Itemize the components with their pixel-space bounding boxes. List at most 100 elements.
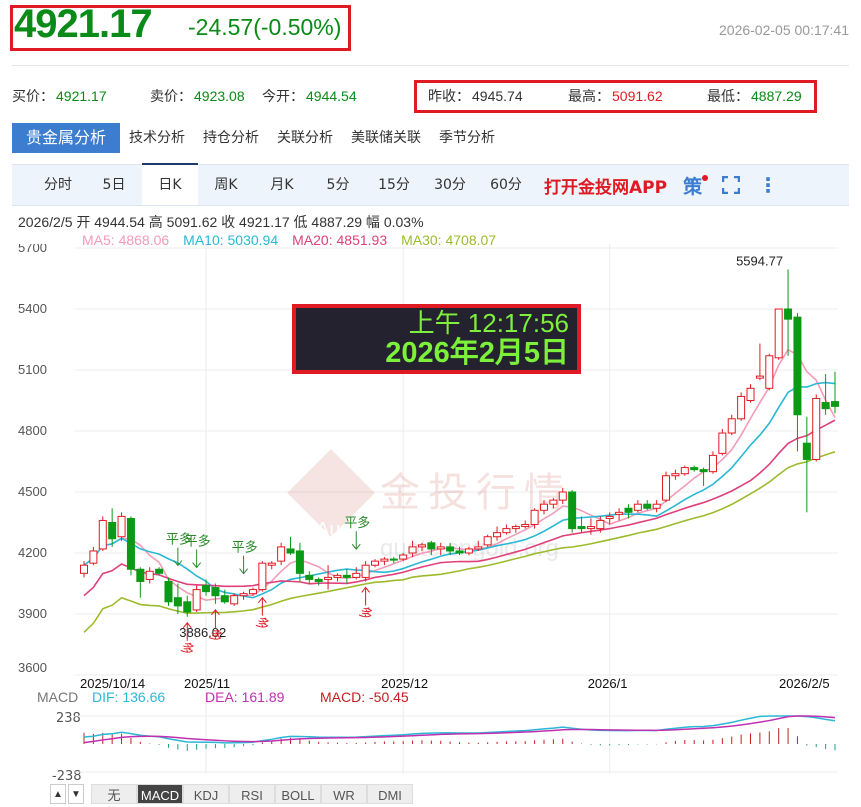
y-tick-label: 4800 (18, 423, 47, 438)
quote-value: 4921.17 (56, 88, 107, 104)
candle (371, 559, 380, 568)
max-price-label: 5594.77 (736, 253, 783, 268)
candle (633, 500, 642, 513)
candle (117, 512, 126, 541)
candle (746, 384, 755, 403)
signal-close-long: 平多 (344, 515, 370, 531)
candle (324, 565, 333, 590)
fullscreen-icon[interactable] (721, 175, 741, 195)
candle (577, 516, 586, 533)
overlay-time: 上午 12:17:56 (408, 308, 569, 338)
period-tab[interactable]: 5日 (86, 165, 142, 205)
period-tab[interactable]: 15分 (366, 165, 422, 205)
quote-value: 4944.54 (306, 88, 357, 104)
quote-item: 昨收： 4945.74 (428, 86, 523, 106)
indicator-tab[interactable]: DMI (367, 784, 413, 804)
period-tab[interactable]: 周K (198, 165, 254, 205)
candle (652, 500, 661, 513)
candle (671, 469, 680, 480)
strategy-icon[interactable]: 策 (683, 172, 709, 199)
candle (511, 524, 520, 533)
candle (718, 428, 727, 456)
tab-item[interactable]: 季节分析 (430, 123, 504, 153)
quote-value: 4887.29 (751, 88, 802, 104)
quote-label: 最低： (707, 88, 749, 104)
timestamp: 2026-02-05 00:17:41 (719, 22, 849, 38)
candle (568, 489, 577, 533)
indicator-tab[interactable]: BOLL (275, 784, 321, 804)
candle (239, 591, 248, 600)
quote-item: 最低： 4887.29 (707, 86, 802, 106)
indicator-tab[interactable]: RSI (229, 784, 275, 804)
open-app-link[interactable]: 打开金投网APP (544, 173, 667, 198)
scroll-down-button[interactable]: ▼ (68, 784, 84, 804)
candle (784, 269, 793, 356)
arrow-down-icon (351, 531, 361, 551)
quote-value: 5091.62 (612, 88, 663, 104)
candle (267, 561, 276, 570)
macd-dif: DIF: 136.66 (92, 689, 165, 705)
y-tick-label: 4500 (18, 484, 47, 499)
candle (521, 520, 530, 529)
period-tab[interactable]: 30分 (422, 165, 478, 205)
quote-label: 昨收： (428, 88, 470, 104)
candle (164, 577, 173, 606)
quote-item: 最高： 5091.62 (568, 86, 663, 106)
candle (314, 577, 323, 586)
quote-label: 今开： (262, 88, 304, 104)
candle (333, 573, 342, 582)
arrow-down-icon (239, 555, 248, 575)
period-toolbar: 分时 5日 日K 周K 月K 5分 15分 30分 60分 打开金投网APP 策 ⋮ (12, 163, 849, 206)
period-tab[interactable]: 月K (254, 165, 310, 205)
indicator-tab[interactable]: 无 (91, 784, 137, 804)
signal-close-long: 平多 (185, 534, 211, 550)
candle (305, 571, 314, 584)
candle (258, 561, 267, 592)
candle (89, 546, 98, 566)
candle (145, 567, 154, 584)
indicator-tab[interactable]: KDJ (183, 784, 229, 804)
candle (727, 414, 736, 436)
macd-value: MACD: -50.45 (320, 689, 409, 705)
candle (737, 392, 746, 421)
y-tick-label: 3900 (18, 606, 47, 621)
more-menu-icon[interactable]: ⋮ (758, 175, 778, 195)
candle (774, 308, 783, 360)
quote-label: 卖价： (150, 88, 192, 104)
candle (699, 467, 708, 486)
candle (483, 534, 492, 547)
period-tab[interactable]: 60分 (478, 165, 534, 205)
y-tick-label: 4200 (18, 545, 47, 560)
x-tick-label: 2026/2/5 (779, 676, 830, 691)
candle (230, 593, 239, 606)
y-tick-label: 5100 (18, 362, 47, 377)
signal-open-long: 多 (356, 604, 375, 624)
tab-item[interactable]: 技术分析 (120, 123, 194, 153)
period-tabs: 分时 5日 日K 周K 月K 5分 15分 30分 60分 (30, 163, 534, 205)
quote-item: 今开： 4944.54 (262, 86, 357, 106)
candle (192, 585, 201, 612)
tab-item[interactable]: 贵金属分析 (12, 123, 121, 153)
indicator-tab[interactable]: WR (321, 784, 367, 804)
tab-item[interactable]: 持仓分析 (194, 123, 268, 153)
candle (108, 508, 117, 547)
overlay-date: 2026年2月5日 (385, 337, 569, 369)
candle (136, 567, 145, 598)
period-tab[interactable]: 日K (142, 163, 198, 205)
y-tick-label: 5700 (18, 244, 47, 255)
candle (812, 394, 821, 462)
macd-dea: DEA: 161.89 (205, 689, 285, 705)
quote-label: 最高： (568, 88, 610, 104)
period-tab[interactable]: 分时 (30, 165, 86, 205)
scroll-up-button[interactable]: ▲ (50, 784, 66, 804)
svg-text:Au: Au (316, 519, 340, 541)
period-tab[interactable]: 5分 (310, 165, 366, 205)
indicator-tab[interactable]: MACD (137, 784, 183, 804)
tab-item[interactable]: 美联储关联 (342, 123, 430, 153)
time-overlay: 上午 12:17:56 2026年2月5日 (292, 304, 581, 374)
quote-item: 卖价： 4923.08 (150, 86, 245, 106)
tab-item[interactable]: 关联分析 (268, 123, 342, 153)
candle (361, 561, 370, 582)
y-tick-label: 3600 (18, 660, 47, 675)
divider (12, 65, 849, 66)
